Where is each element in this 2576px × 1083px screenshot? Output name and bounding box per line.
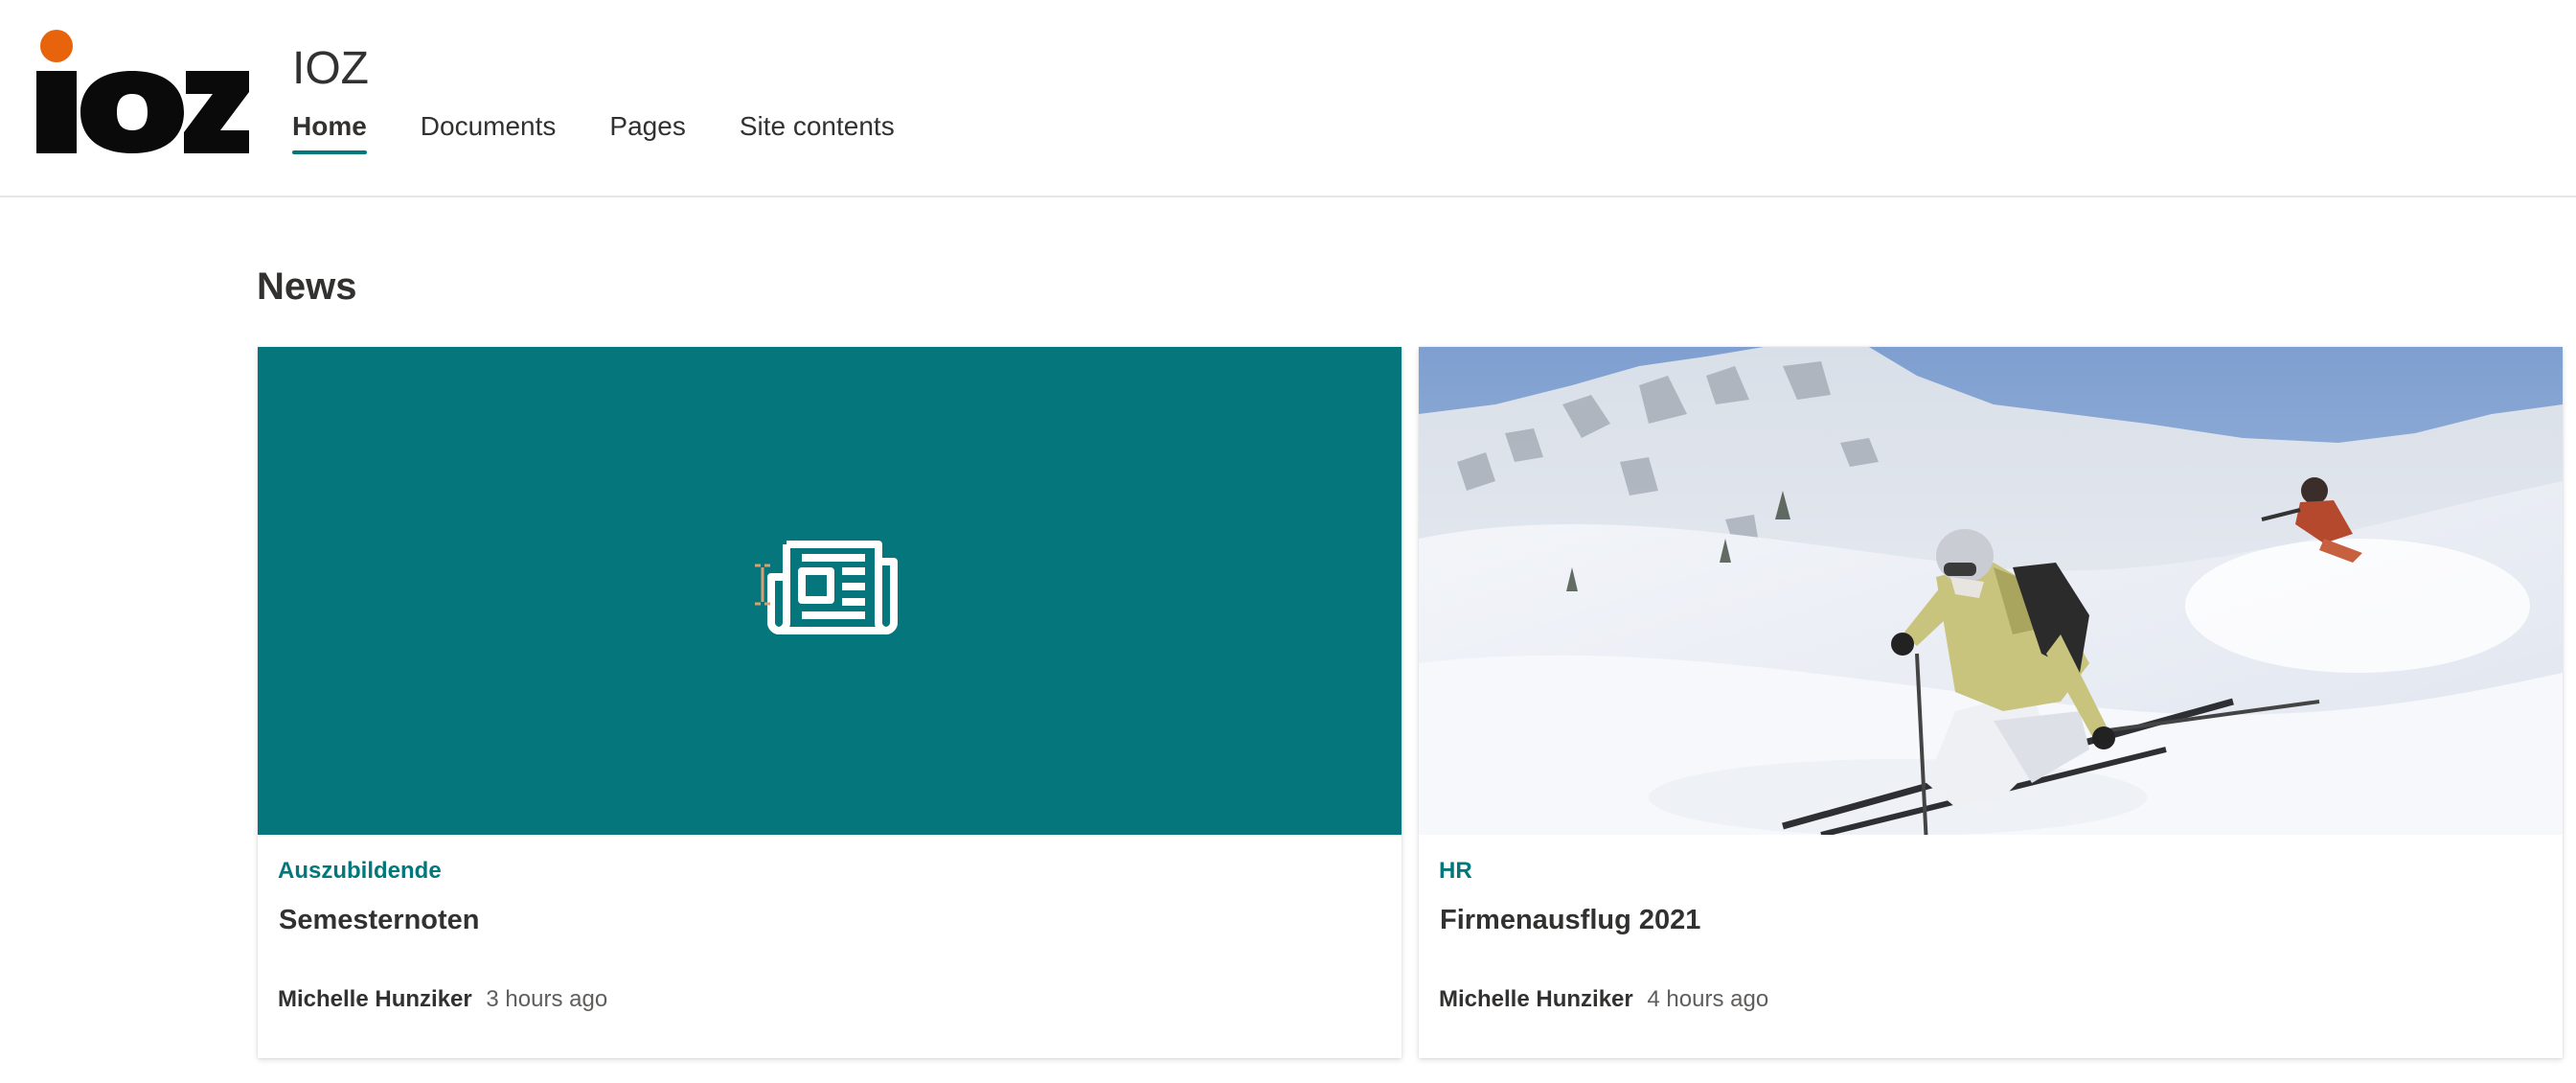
site-navigation: Home Documents Pages Site contents bbox=[292, 107, 895, 161]
site-header: IOZ Home Documents Pages Site contents bbox=[0, 0, 2576, 197]
news-card-title[interactable]: Semesternoten bbox=[279, 899, 480, 941]
news-card-image[interactable] bbox=[258, 347, 1402, 835]
text-cursor-icon bbox=[755, 564, 770, 606]
news-card-semesternoten[interactable]: Auszubildende Semesternoten Michelle Hun… bbox=[258, 347, 1402, 1058]
skiers-photo bbox=[1419, 347, 2563, 835]
newspaper-icon bbox=[767, 541, 898, 634]
ioz-logo-icon bbox=[36, 30, 249, 153]
nav-pages[interactable]: Pages bbox=[609, 107, 685, 161]
site-logo[interactable] bbox=[33, 29, 253, 159]
news-card-meta: Michelle Hunziker 3 hours ago bbox=[278, 983, 607, 1016]
news-card-time: 4 hours ago bbox=[1647, 986, 1769, 1012]
nav-documents[interactable]: Documents bbox=[421, 107, 557, 161]
nav-home[interactable]: Home bbox=[292, 107, 367, 161]
news-card-topic[interactable]: HR bbox=[1439, 855, 1472, 887]
news-card-meta: Michelle Hunziker 4 hours ago bbox=[1439, 983, 1768, 1016]
news-card-time: 3 hours ago bbox=[486, 986, 608, 1012]
news-card-author[interactable]: Michelle Hunziker bbox=[278, 986, 472, 1012]
news-card-topic[interactable]: Auszubildende bbox=[278, 855, 442, 887]
news-card-image[interactable] bbox=[1419, 347, 2563, 835]
news-heading[interactable]: News bbox=[257, 263, 357, 311]
news-card-title[interactable]: Firmenausflug 2021 bbox=[1440, 899, 1700, 941]
news-card-author[interactable]: Michelle Hunziker bbox=[1439, 986, 1633, 1012]
nav-site-contents[interactable]: Site contents bbox=[740, 107, 895, 161]
site-title[interactable]: IOZ bbox=[292, 42, 369, 96]
news-card-firmenausflug[interactable]: HR Firmenausflug 2021 Michelle Hunziker … bbox=[1419, 347, 2563, 1058]
